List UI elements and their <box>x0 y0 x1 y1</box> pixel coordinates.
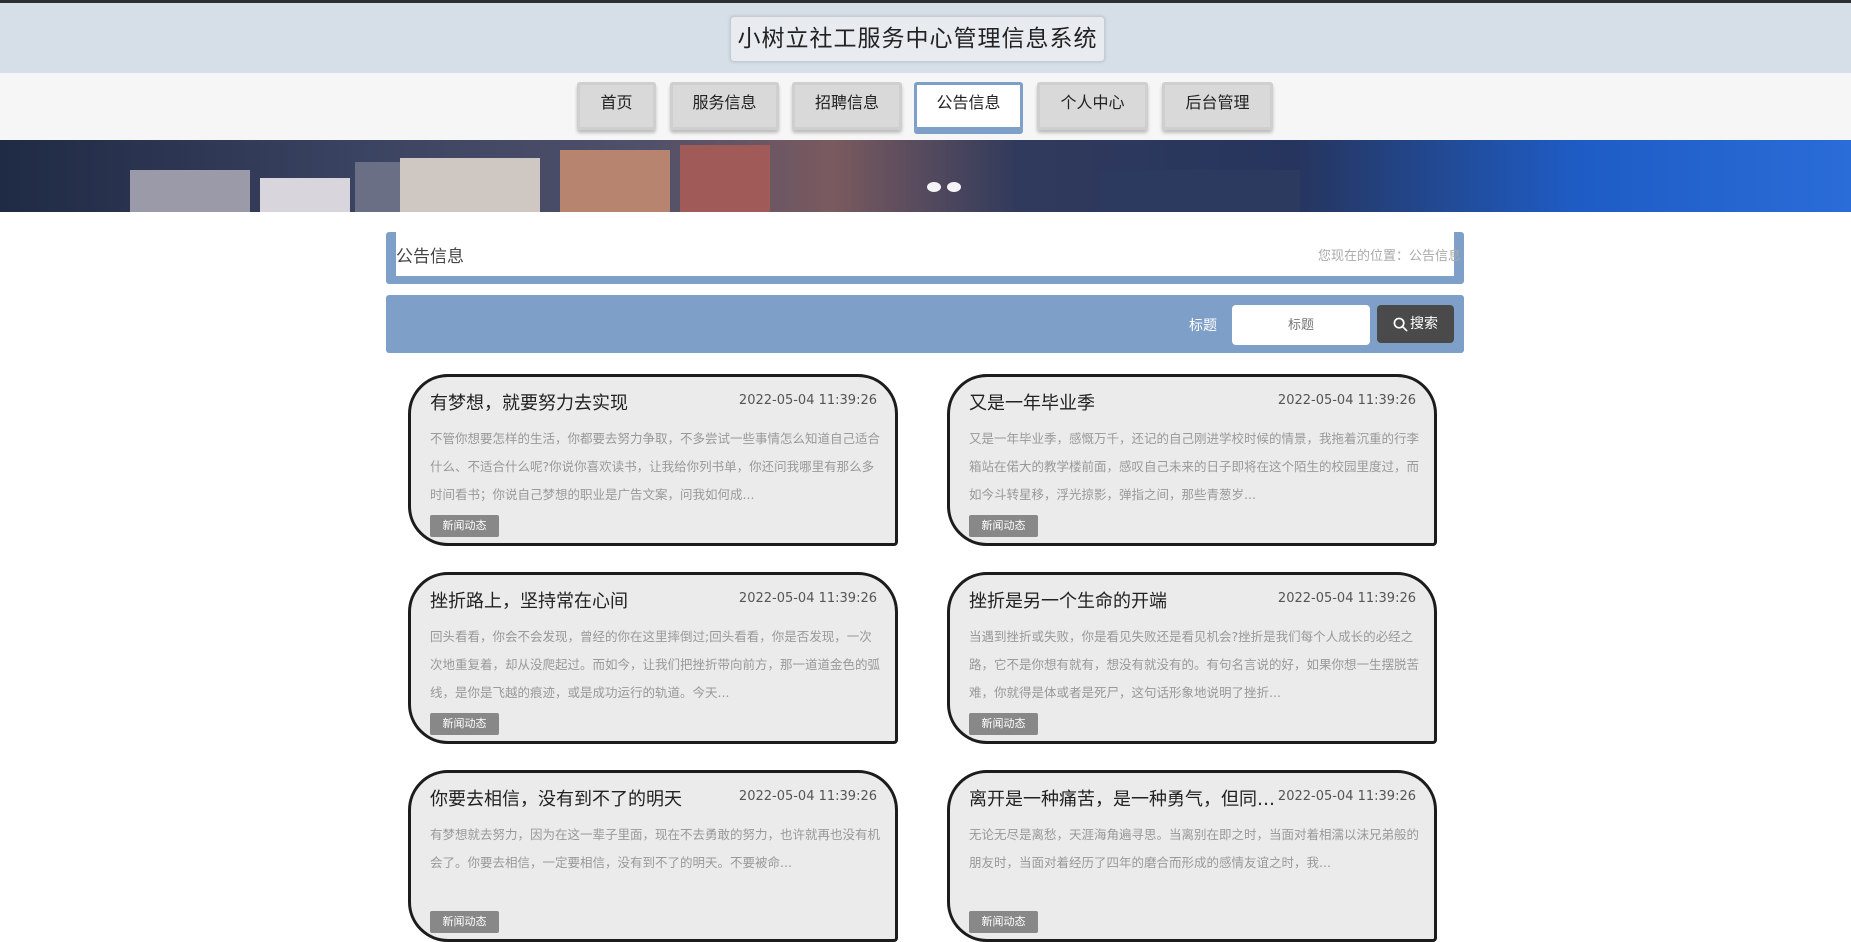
card-tag[interactable]: 新闻动态 <box>969 911 1038 933</box>
page-title: 公告信息 <box>396 247 464 267</box>
breadcrumb: 您现在的位置：公告信息 <box>1317 249 1461 264</box>
announcement-card[interactable]: 挫折路上，坚持常在心间 2022-05-04 11:39:26 回头看看，你会不… <box>408 572 898 744</box>
card-description: 无论无尽是离愁，天涯海角遍寻思。当离别在即之时，当面对着相濡以沫兄弟般的朋友时，… <box>969 827 1419 870</box>
card-description: 回头看看，你会不会发现，曾经的你在这里摔倒过;回头看看，你是否发现，一次次地重复… <box>430 629 880 700</box>
card-tag[interactable]: 新闻动态 <box>430 713 499 735</box>
nav-item-service-info[interactable]: 服务信息 <box>670 82 779 130</box>
card-title[interactable]: 有梦想，就要努力去实现 <box>430 389 750 415</box>
card-tag[interactable]: 新闻动态 <box>430 911 499 933</box>
search-button[interactable]: 搜索 <box>1377 305 1454 343</box>
nav-item-personal-center[interactable]: 个人中心 <box>1037 82 1148 130</box>
banner-indicator-dot[interactable] <box>947 182 961 192</box>
card-date: 2022-05-04 11:39:26 <box>1277 393 1416 408</box>
card-tag[interactable]: 新闻动态 <box>430 515 499 537</box>
card-description: 不管你想要怎样的生活，你都要去努力争取，不多尝试一些事情怎么知道自己适合什么、不… <box>430 431 880 502</box>
banner-indicator-dot[interactable] <box>927 182 941 192</box>
announcement-card[interactable]: 你要去相信，没有到不了的明天 2022-05-04 11:39:26 有梦想就去… <box>408 770 898 942</box>
announcement-card[interactable]: 又是一年毕业季 2022-05-04 11:39:26 又是一年毕业季，感慨万千… <box>947 374 1437 546</box>
card-date: 2022-05-04 11:39:26 <box>738 789 877 804</box>
breadcrumb-panel <box>386 232 1464 284</box>
card-description: 当遇到挫折或失败，你是看见失败还是看见机会?挫折是我们每个人成长的必经之路，它不… <box>969 629 1419 700</box>
card-title[interactable]: 你要去相信，没有到不了的明天 <box>430 785 750 811</box>
card-title[interactable]: 又是一年毕业季 <box>969 389 1289 415</box>
site-header: 小树立社工服务中心管理信息系统 <box>0 3 1851 73</box>
nav-item-announcements[interactable]: 公告信息 <box>914 82 1023 130</box>
card-tag[interactable]: 新闻动态 <box>969 515 1038 537</box>
nav-item-recruitment-info[interactable]: 招聘信息 <box>792 82 902 130</box>
search-label: 标题 <box>1189 318 1217 334</box>
announcement-card[interactable]: 挫折是另一个生命的开端 2022-05-04 11:39:26 当遇到挫折或失败… <box>947 572 1437 744</box>
card-description: 有梦想就去努力，因为在这一辈子里面，现在不去勇敢的努力，也许就再也没有机会了。你… <box>430 827 880 870</box>
card-title[interactable]: 离开是一种痛苦，是一种勇气，但同样也是一个考验 <box>969 785 1289 811</box>
banner-image <box>0 140 1851 212</box>
nav-item-home[interactable]: 首页 <box>577 82 656 130</box>
site-title: 小树立社工服务中心管理信息系统 <box>730 16 1105 62</box>
card-title[interactable]: 挫折是另一个生命的开端 <box>969 587 1289 613</box>
announcement-card[interactable]: 离开是一种痛苦，是一种勇气，但同样也是一个考验 2022-05-04 11:39… <box>947 770 1437 942</box>
card-description: 又是一年毕业季，感慨万千，还记的自己刚进学校时候的情景，我拖着沉重的行李箱站在偌… <box>969 431 1419 502</box>
search-button-label: 搜索 <box>1410 316 1438 332</box>
card-date: 2022-05-04 11:39:26 <box>1277 789 1416 804</box>
card-date: 2022-05-04 11:39:26 <box>1277 591 1416 606</box>
card-date: 2022-05-04 11:39:26 <box>738 591 877 606</box>
main-nav: 首页 服务信息 招聘信息 公告信息 个人中心 后台管理 <box>0 73 1851 140</box>
search-input[interactable] <box>1232 305 1370 345</box>
card-tag[interactable]: 新闻动态 <box>969 713 1038 735</box>
card-title[interactable]: 挫折路上，坚持常在心间 <box>430 587 750 613</box>
nav-item-admin[interactable]: 后台管理 <box>1162 82 1273 130</box>
search-icon <box>1393 317 1408 332</box>
card-date: 2022-05-04 11:39:26 <box>738 393 877 408</box>
announcement-card[interactable]: 有梦想，就要努力去实现 2022-05-04 11:39:26 不管你想要怎样的… <box>408 374 898 546</box>
